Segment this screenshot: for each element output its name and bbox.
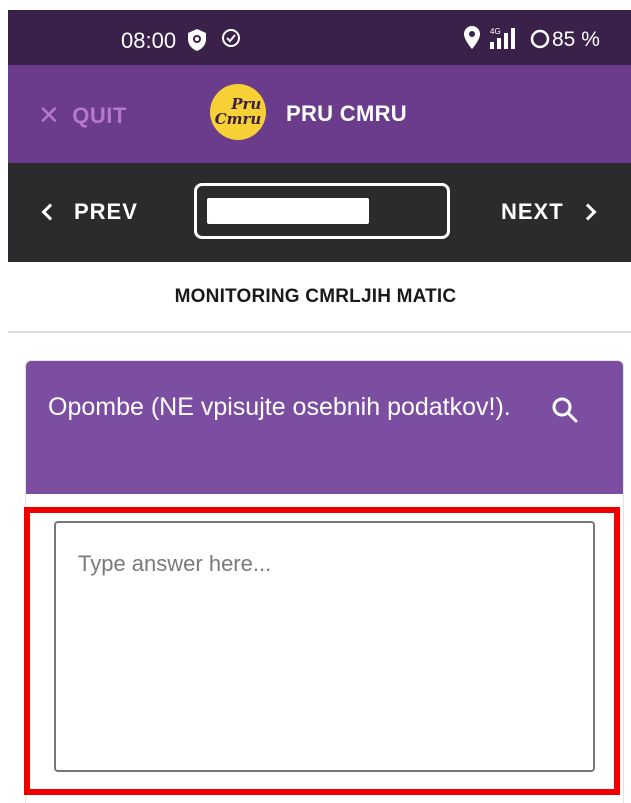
svg-text:4G: 4G	[490, 27, 501, 36]
quit-button[interactable]: ✕ QUIT	[38, 100, 127, 131]
status-time: 08:00	[121, 28, 177, 53]
app-header: ✕ QUIT Pru Cmru PRU CMRU	[8, 65, 631, 163]
battery-icon	[530, 29, 550, 49]
app-logo: Pru Cmru	[210, 84, 266, 140]
question-text: Opombe (NE vpisujte osebnih podatkov!).	[48, 393, 511, 421]
shield-icon	[186, 28, 208, 52]
quit-label: QUIT	[72, 102, 127, 128]
question-header: Opombe (NE vpisujte osebnih podatkov!).	[26, 361, 623, 494]
prev-button[interactable]: PREV	[41, 199, 138, 225]
app-title: PRU CMRU	[286, 101, 407, 126]
next-label: NEXT	[501, 199, 564, 224]
prev-label: PREV	[74, 199, 138, 224]
chevron-left-icon	[41, 203, 59, 221]
signal-icon: 4G	[488, 25, 528, 51]
answer-input[interactable]	[54, 521, 595, 772]
next-button[interactable]: NEXT	[501, 199, 597, 225]
status-bar: 08:00 4G 85 %	[8, 10, 631, 65]
divider	[8, 331, 631, 333]
location-icon	[463, 25, 481, 51]
close-icon: ✕	[38, 100, 61, 130]
record-selector[interactable]	[194, 183, 450, 239]
navigation-bar: PREV NEXT	[8, 163, 631, 262]
search-icon[interactable]	[550, 395, 580, 425]
record-redacted	[207, 198, 369, 224]
chevron-right-icon	[579, 203, 597, 221]
check-circle-icon	[221, 28, 241, 48]
section-title: MONITORING CMRLJIH MATIC	[174, 286, 457, 307]
battery-level: 85 %	[552, 28, 600, 51]
